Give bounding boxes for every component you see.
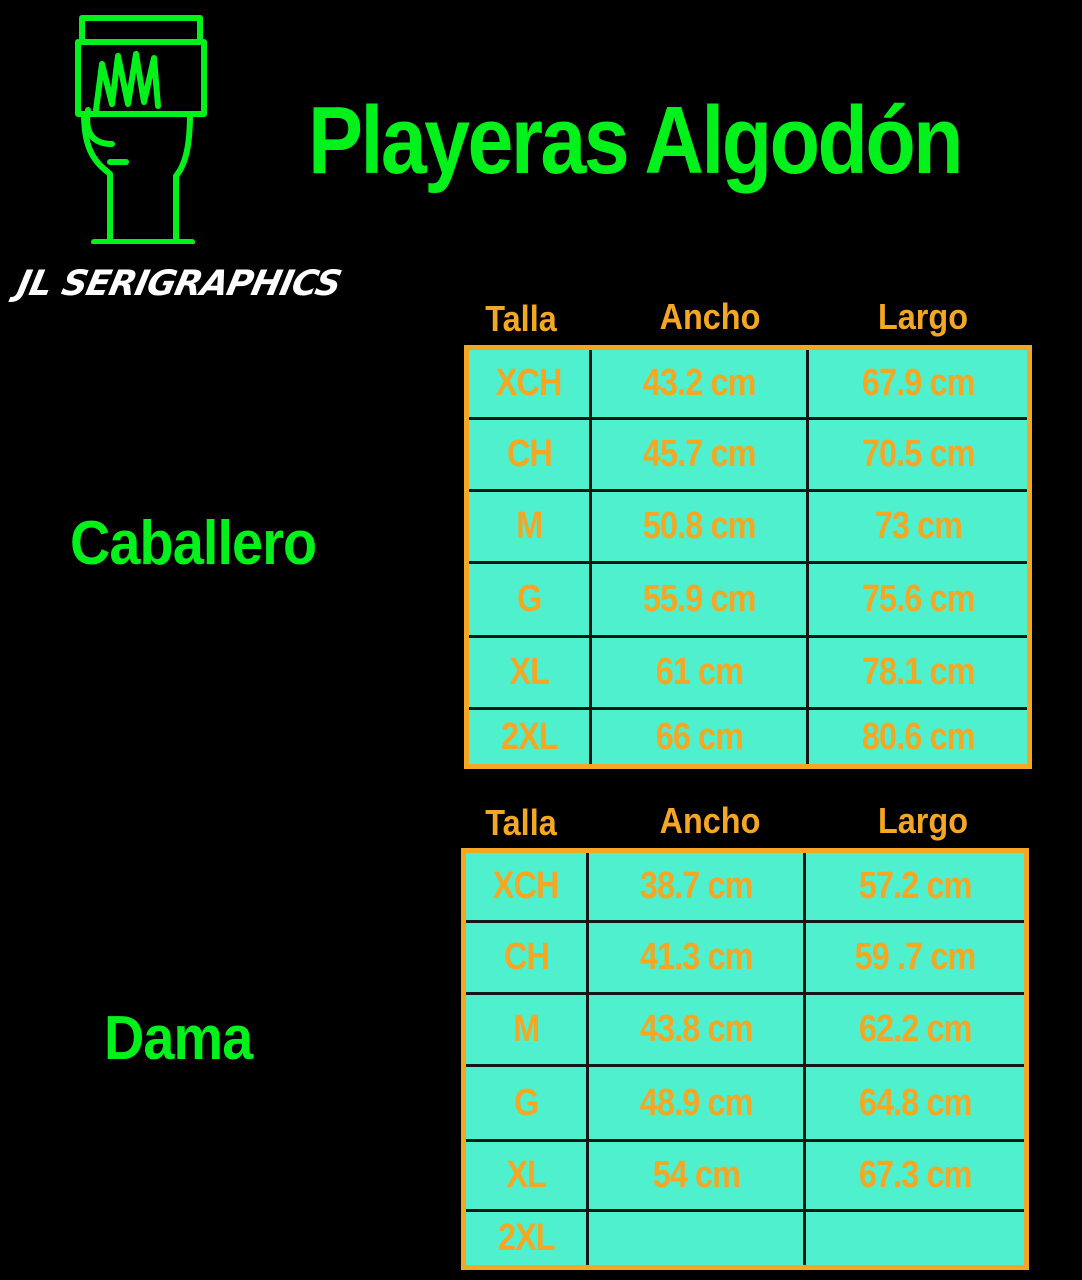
table-row: G 55.9 cm 75.6 cm	[469, 564, 1027, 638]
ancho-cell	[589, 1212, 806, 1265]
talla-cell: XL	[469, 638, 592, 707]
talla-cell: G	[469, 564, 592, 635]
brand-logo: JL SERIGRAPHICS	[13, 14, 345, 304]
caballero-header-talla: Talla	[485, 298, 557, 339]
talla-cell: M	[466, 995, 589, 1064]
ancho-cell: 41.3 cm	[589, 923, 806, 992]
table-row: M 50.8 cm 73 cm	[469, 492, 1027, 564]
talla-cell: 2XL	[469, 710, 592, 764]
table-row: G 48.9 cm 64.8 cm	[466, 1067, 1024, 1142]
hand-holding-squeegee-icon	[75, 15, 207, 244]
ancho-cell: 48.9 cm	[589, 1067, 806, 1139]
ancho-cell: 54 cm	[589, 1142, 806, 1209]
ancho-cell: 45.7 cm	[592, 420, 809, 489]
table-row: 2XL 66 cm 80.6 cm	[469, 710, 1027, 764]
talla-cell: XCH	[469, 350, 592, 417]
talla-cell: XL	[466, 1142, 589, 1209]
largo-cell: 67.3 cm	[858, 1154, 972, 1196]
table-row: XL 54 cm 67.3 cm	[466, 1142, 1024, 1212]
largo-cell: 64.8 cm	[858, 1081, 972, 1124]
page-title: Playeras Algodón	[308, 87, 964, 194]
ancho-cell: 61 cm	[592, 638, 809, 707]
talla-cell: G	[466, 1067, 589, 1139]
talla-cell: CH	[469, 420, 592, 489]
table-row: CH 45.7 cm 70.5 cm	[469, 420, 1027, 492]
table-row: CH 41.3 cm 59 .7 cm	[466, 923, 1024, 995]
talla-cell: XCH	[466, 853, 589, 920]
ancho-cell: 43.8 cm	[589, 995, 806, 1064]
table-row: 2XL	[466, 1212, 1024, 1265]
brand-name: JL SERIGRAPHICS	[13, 264, 345, 304]
caballero-label: Caballero	[70, 509, 317, 578]
largo-cell: 75.6 cm	[861, 578, 975, 620]
table-row: XCH 43.2 cm 67.9 cm	[469, 350, 1027, 420]
largo-cell: 80.6 cm	[861, 715, 975, 758]
table-row: XCH 38.7 cm 57.2 cm	[466, 853, 1024, 923]
talla-cell: 2XL	[466, 1212, 589, 1265]
caballero-header-largo: Largo	[877, 296, 968, 337]
largo-cell	[806, 1212, 1024, 1265]
dama-header-ancho: Ancho	[659, 800, 761, 841]
dama-size-table: XCH 38.7 cm 57.2 cm CH 41.3 cm 59 .7 cm …	[461, 848, 1029, 1270]
table-row: M 43.8 cm 62.2 cm	[466, 995, 1024, 1067]
largo-cell: 59 .7 cm	[854, 936, 977, 978]
ancho-cell: 43.2 cm	[592, 350, 809, 417]
dama-header-talla: Talla	[485, 802, 557, 843]
largo-cell: 62.2 cm	[858, 1008, 972, 1050]
ancho-cell: 38.7 cm	[589, 853, 806, 920]
largo-cell: 67.9 cm	[861, 362, 975, 404]
talla-cell: CH	[466, 923, 589, 992]
ancho-cell: 66 cm	[592, 710, 809, 764]
ancho-cell: 55.9 cm	[592, 564, 809, 635]
largo-cell: 57.2 cm	[858, 865, 972, 907]
dama-header-largo: Largo	[877, 800, 968, 841]
largo-cell: 78.1 cm	[861, 651, 975, 693]
caballero-size-table: XCH 43.2 cm 67.9 cm CH 45.7 cm 70.5 cm M…	[464, 345, 1032, 769]
talla-cell: M	[469, 492, 592, 561]
largo-cell: 70.5 cm	[861, 433, 975, 475]
table-row: XL 61 cm 78.1 cm	[469, 638, 1027, 710]
ancho-cell: 50.8 cm	[592, 492, 809, 561]
dama-label: Dama	[104, 1004, 253, 1073]
largo-cell: 73 cm	[874, 505, 962, 547]
caballero-header-ancho: Ancho	[659, 296, 761, 337]
